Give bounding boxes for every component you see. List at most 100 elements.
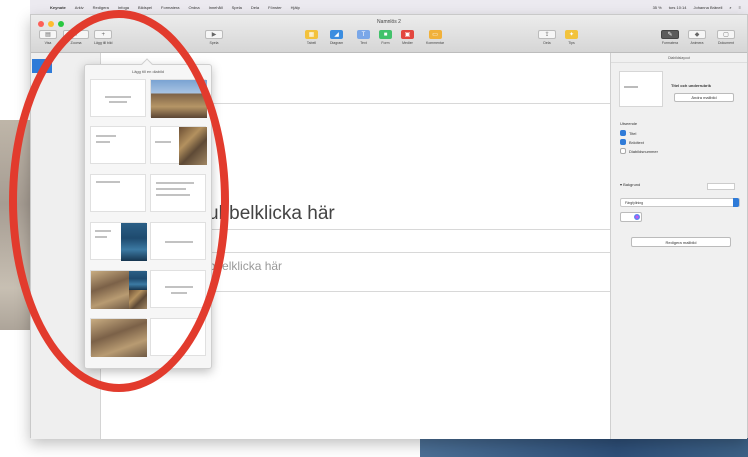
chart-label: Diagram [330,41,344,45]
body-placeholder[interactable]: ubbelklicka här [189,252,628,292]
chart-icon: ◢ [330,30,344,39]
tips-button[interactable]: ✦ Tips [565,30,578,45]
menu-item-redigera[interactable]: Redigera [93,5,109,10]
city-photo [91,271,129,309]
layout-name: Titel och underrubrik [671,83,711,88]
checkbox-body-label: Brödtext [629,139,644,145]
format-label: Formatera [661,41,679,45]
media-button[interactable]: ▣ Medier [401,30,414,45]
layout-thumbnail-photo-3up[interactable] [90,270,147,309]
menu-bar: Keynote Arkiv Redigera Infoga Bildspel F… [30,0,748,14]
add-slide-button[interactable]: + Lägg till bild [94,30,112,45]
view-button[interactable]: ▤ Visa [39,30,57,45]
body-placeholder-text: ubbelklicka här [202,259,283,273]
spotlight-icon[interactable]: ⌕ [729,5,731,10]
document-title: Namnlös 2 [377,19,401,25]
desktop-background: Keynote Arkiv Redigera Infoga Bildspel F… [0,0,748,457]
document-button[interactable]: ▢ Dokument [717,30,735,45]
menu-list-icon[interactable]: ≡ [739,5,741,10]
animate-button[interactable]: ◆ Animera [688,30,706,45]
edit-layout-button[interactable]: Redigera mallbild [631,237,731,247]
menu-item-fonster[interactable]: Fönster [268,5,282,10]
layout-thumbnail-photo[interactable] [90,318,147,357]
layout-thumbnail-photo-vertical[interactable] [150,126,207,165]
play-button[interactable]: ▶ Spela [205,30,223,45]
zoom-button-toolbar[interactable]: ▾ Zooma [63,30,89,45]
title-bar: Namnlös 2 ▤ Visa ▾ Zooma + Lägg till bil… [31,15,747,53]
checkbox-body[interactable]: Brödtext [620,139,644,145]
chevron-down-icon [733,198,739,207]
menu-item-infoga[interactable]: Infoga [118,5,129,10]
color-well[interactable] [620,212,642,222]
layout-thumbnail-bullets[interactable] [150,174,206,212]
slide-thumbnail-1[interactable] [32,59,52,73]
table-button[interactable]: ▦ Tabell [305,30,318,45]
title-placeholder[interactable]: ubbelklicka här [189,103,628,230]
share-button[interactable]: ⇪ Dela [538,30,556,45]
layout-thumbnail-title-bullets[interactable] [90,126,146,164]
animate-icon: ◆ [688,30,706,39]
table-label: Tabell [306,41,317,45]
colosseum-photo-vertical [179,127,207,165]
text-icon: T [357,30,370,39]
menu-item-hjalp[interactable]: Hjälp [291,5,300,10]
menu-item-bildspel[interactable]: Bildspel [138,5,152,10]
checkbox-title[interactable]: Titel [620,130,636,136]
text-button[interactable]: T Text [357,30,370,45]
menu-item-ordna[interactable]: Ordna [189,5,200,10]
checkbox-checked-icon [620,139,626,145]
checkbox-title-label: Titel [629,130,637,136]
tips-label: Tips [568,41,575,45]
edit-master-button[interactable]: Ändra mallbild [674,93,734,102]
layout-thumbnail-blank[interactable] [150,318,206,356]
share-label: Dela [543,41,551,45]
document-label: Dokument [718,41,734,45]
menu-status-area: 35 % tors 10:14 Johanna Bränell ⌕ ≡ [653,5,748,10]
shape-button[interactable]: ■ Form [379,30,392,45]
menu-app-name[interactable]: Keynote [50,5,66,10]
layout-thumbnail-section[interactable] [150,222,206,260]
battery-percent[interactable]: 35 % [653,5,662,10]
appearance-label: Utseende [620,121,638,126]
layout-thumbnail-quote[interactable] [150,270,206,308]
fill-type-value: Färgfyllning [625,201,644,205]
chart-button[interactable]: ◢ Diagram [330,30,343,45]
comment-button[interactable]: ▭ Kommentar [426,30,444,45]
comment-label: Kommentar [426,41,445,45]
add-slide-popover: Lägg till en diabild [84,58,212,369]
layout-thumbnail-title-only[interactable] [90,174,146,212]
menu-item-spela[interactable]: Spela [232,5,242,10]
share-icon: ⇪ [538,30,556,39]
inspector-tab-slide-layout[interactable]: Diabildslayout [611,53,747,63]
media-label: Medier [402,41,413,45]
menu-item-innehall[interactable]: Innehåll [209,5,223,10]
fill-type-select[interactable]: Färgfyllning [620,198,740,207]
color-wheel-icon[interactable] [634,214,640,220]
checkbox-slide-number[interactable]: Diabildsnummer [620,148,658,154]
menu-item-formatera[interactable]: Formatera [161,5,179,10]
background-label[interactable]: ▾ Bakgrund [620,182,640,187]
checkbox-unchecked-icon [620,148,626,154]
layout-thumbnail-bullets-photo[interactable] [90,222,147,261]
background-opacity-field[interactable] [707,183,735,190]
shape-icon: ■ [379,30,392,39]
document-icon: ▢ [717,30,735,39]
format-button[interactable]: ✎ Formatera [661,30,679,45]
sea-photo-small [129,271,147,290]
ruins-photo-small [129,290,147,309]
layout-preview[interactable] [619,71,663,107]
zoom-label: Zooma [70,41,82,45]
menu-item-dela[interactable]: Dela [251,5,259,10]
zoom-menu-icon: ▾ [63,30,89,39]
layout-thumbnail-title[interactable] [90,79,146,117]
menu-item-arkiv[interactable]: Arkiv [75,5,84,10]
layout-thumbnail-title-photo[interactable] [150,79,207,118]
user-name[interactable]: Johanna Bränell [693,5,722,10]
background-label-text: Bakgrund [623,182,641,187]
format-inspector: Diabildslayout Titel och underrubrik Änd… [610,53,747,439]
text-label: Text [360,41,367,45]
clock[interactable]: tors 10:14 [669,5,687,10]
animate-label: Animera [690,41,704,45]
play-icon: ▶ [205,30,223,39]
title-placeholder-text: ubbelklicka här [208,203,335,224]
